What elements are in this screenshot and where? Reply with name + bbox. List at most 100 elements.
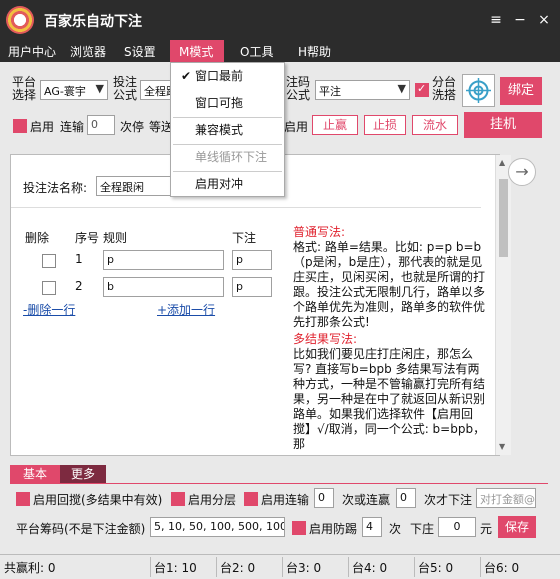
target-icon — [466, 78, 491, 103]
enable-streak2-checkbox[interactable] — [244, 492, 258, 506]
chevron-down-icon: ▼ — [95, 82, 104, 95]
delete-row-link[interactable]: -删除一行 — [23, 301, 75, 318]
status-divider — [150, 557, 151, 577]
yuan-label: 元 — [480, 522, 493, 536]
enable-follow-label: 启用防踢 — [309, 522, 358, 536]
menu-item-compat-mode[interactable]: 兼容模式 — [171, 117, 284, 144]
minimize-icon[interactable]: − — [510, 10, 530, 30]
enable-follow-checkbox[interactable] — [292, 521, 306, 535]
row-index: 1 — [75, 252, 83, 266]
menu-user-center[interactable]: 用户中心 — [8, 43, 56, 60]
status-divider — [282, 557, 283, 577]
col-rule: 规则 — [103, 231, 128, 245]
save-button[interactable]: 保存 — [498, 516, 536, 538]
help-title-normal: 普通写法: — [293, 225, 346, 239]
flow-button[interactable]: 流水 — [412, 115, 458, 135]
app-title: 百家乐自动下注 — [44, 14, 142, 30]
chips-input[interactable]: 5, 10, 50, 100, 500, 1000 — [150, 517, 285, 537]
vertical-scrollbar[interactable]: ▲ ▼ — [495, 155, 511, 455]
scroll-up-icon[interactable]: ▲ — [499, 158, 505, 167]
enable-layer-checkbox[interactable] — [171, 492, 185, 506]
chevron-down-icon: ▼ — [397, 82, 406, 95]
status-table5: 台5: 0 — [418, 561, 454, 575]
window-menu-icon[interactable]: ≡ — [486, 10, 506, 30]
add-row-link[interactable]: +添加一行 — [157, 301, 215, 318]
status-divider — [216, 557, 217, 577]
status-table2: 台2: 0 — [220, 561, 256, 575]
chips-label: 平台筹码(不是下注金额) — [16, 522, 146, 536]
scroll-thumb[interactable] — [499, 179, 508, 257]
times-word-label: 次 — [389, 522, 402, 536]
formula-label: 投注 公式 — [113, 75, 138, 102]
scroll-down-icon[interactable]: ▼ — [499, 442, 505, 451]
status-divider — [414, 557, 415, 577]
down-zhuang-label: 下庄 — [410, 522, 435, 536]
platform-select[interactable]: AG-寰宇 ▼ — [40, 80, 108, 100]
code-select[interactable]: 平注 ▼ — [315, 80, 410, 100]
tab-more[interactable]: 更多 — [60, 465, 106, 483]
split-table-checkbox[interactable] — [415, 82, 429, 97]
close-icon[interactable]: × — [534, 10, 554, 30]
streak-label: 连输 — [60, 120, 85, 134]
enable-replay-label: 启用回搅(多结果中有效) — [33, 493, 163, 507]
menu-item-window-drag[interactable]: 窗口可拖 — [171, 90, 284, 117]
enable-label: 启用 — [30, 120, 55, 134]
enable-layer-label: 启用分层 — [188, 493, 237, 507]
down-value-input[interactable]: 0 — [438, 517, 476, 537]
help-normal-text: 格式: 路单=结果。比如: p=p b=b（p是闲，b是庄），那代表的就是见庄买… — [293, 240, 486, 329]
enable-streak2-label: 启用连输 — [261, 493, 310, 507]
stop-loss-button[interactable]: 止损 — [364, 115, 406, 135]
help-title-multi: 多结果写法: — [293, 332, 358, 346]
menu-mode[interactable]: M模式 — [170, 40, 224, 62]
then-bet-label: 次才下注 — [424, 493, 473, 507]
row-delete-checkbox[interactable] — [42, 281, 56, 295]
status-table1: 台1: 10 — [154, 561, 197, 575]
next-arrow-icon[interactable]: → — [508, 158, 536, 186]
col-bet: 下注 — [232, 231, 257, 245]
menu-bar: 用户中心 浏览器 S设置 M模式 O工具 H帮助 — [0, 40, 560, 62]
help-multi-text: 比如我们要见庄打庄闲庄，那怎么写? 直接写b=bpb 多结果写法有两种方式，一种… — [293, 347, 486, 451]
status-divider — [480, 557, 481, 577]
bind-button[interactable]: 绑定 — [500, 77, 542, 105]
menu-item-enable-hedge[interactable]: 启用对冲 — [171, 171, 284, 198]
enable-streak-checkbox[interactable] — [13, 119, 27, 133]
streak-count-input[interactable]: 0 — [314, 488, 334, 508]
app-logo-icon — [6, 6, 34, 34]
row-bet-input[interactable]: p — [232, 250, 272, 270]
win-count-input[interactable]: 0 — [396, 488, 416, 508]
times-label: 次停 — [120, 120, 145, 134]
stop-win-button[interactable]: 止赢 — [312, 115, 358, 135]
target-button[interactable] — [462, 74, 495, 107]
check-icon: ✔ — [181, 69, 192, 83]
menu-browser[interactable]: 浏览器 — [70, 43, 106, 60]
row-index: 2 — [75, 279, 83, 293]
follow-count-input[interactable]: 4 — [362, 517, 382, 537]
menu-help[interactable]: H帮助 — [298, 43, 331, 60]
enable-replay-checkbox[interactable] — [16, 492, 30, 506]
status-total-profit: 共赢利: 0 — [4, 561, 56, 575]
enable2-label: 启用 — [284, 120, 309, 134]
help-text-panel: 普通写法: 格式: 路单=结果。比如: p=p b=b（p是闲，b是庄），那代表… — [293, 223, 486, 455]
row-bet-input[interactable]: p — [232, 277, 272, 297]
streak-input[interactable]: 0 — [87, 115, 115, 135]
status-divider — [348, 557, 349, 577]
or-streak-label: 次或连赢 — [342, 493, 391, 507]
menu-settings[interactable]: S设置 — [124, 43, 156, 60]
split-label: 分台 洗搭 — [432, 75, 457, 102]
col-index: 序号 — [75, 231, 100, 245]
menu-item-window-top[interactable]: ✔ 窗口最前 — [171, 63, 284, 90]
row-rule-input[interactable]: b — [103, 277, 224, 297]
tab-underline — [10, 483, 548, 484]
row-delete-checkbox[interactable] — [42, 254, 56, 268]
tab-basic[interactable]: 基本 — [10, 465, 60, 483]
status-table4: 台4: 0 — [352, 561, 388, 575]
method-name-input[interactable]: 全程跟闲 — [96, 176, 176, 196]
mode-dropdown-menu: ✔ 窗口最前 窗口可拖 兼容模式 单线循环下注 启用对冲 — [170, 62, 285, 197]
menu-tools[interactable]: O工具 — [240, 43, 273, 60]
title-bar[interactable]: 百家乐自动下注 ≡ − × — [0, 0, 560, 40]
hang-button[interactable]: 挂机 — [464, 112, 542, 138]
platform-label: 平台 选择 — [12, 75, 37, 102]
menu-item-single-loop: 单线循环下注 — [195, 150, 268, 164]
against-amount-input[interactable]: 对打金额@ — [476, 488, 536, 508]
row-rule-input[interactable]: p — [103, 250, 224, 270]
